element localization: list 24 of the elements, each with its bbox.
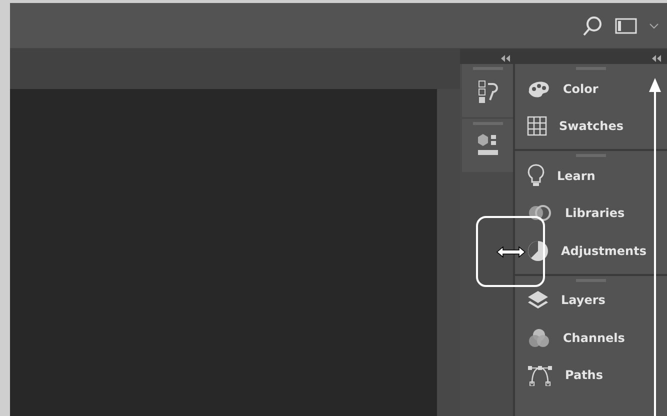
panel-label[interactable]: Learn [557, 168, 596, 183]
collapse-icon[interactable] [652, 54, 661, 62]
grid-icon [527, 116, 547, 136]
history-icon[interactable] [476, 80, 498, 104]
palette-icon [527, 80, 551, 98]
resize-cursor-icon [496, 246, 526, 258]
chevron-down-icon[interactable] [649, 22, 659, 28]
properties-icon[interactable] [476, 133, 500, 157]
search-icon[interactable] [583, 16, 603, 36]
panel-label[interactable]: Paths [565, 368, 603, 382]
lightbulb-icon [527, 164, 545, 188]
half-circle-icon [527, 240, 549, 262]
layers-icon [527, 290, 549, 310]
panel-label[interactable]: Channels [563, 330, 625, 345]
panel-label[interactable]: Libraries [565, 206, 625, 220]
collapse-icon[interactable] [500, 54, 510, 62]
rings-icon [527, 204, 553, 222]
bezier-path-icon [527, 364, 553, 386]
workspace-icon[interactable] [615, 18, 637, 34]
panel-label[interactable]: Adjustments [561, 244, 646, 258]
circles-icon [527, 326, 551, 349]
panel-label[interactable]: Swatches [559, 119, 624, 134]
panel-label[interactable]: Color [563, 82, 598, 96]
panel-label[interactable]: Layers [561, 293, 606, 308]
